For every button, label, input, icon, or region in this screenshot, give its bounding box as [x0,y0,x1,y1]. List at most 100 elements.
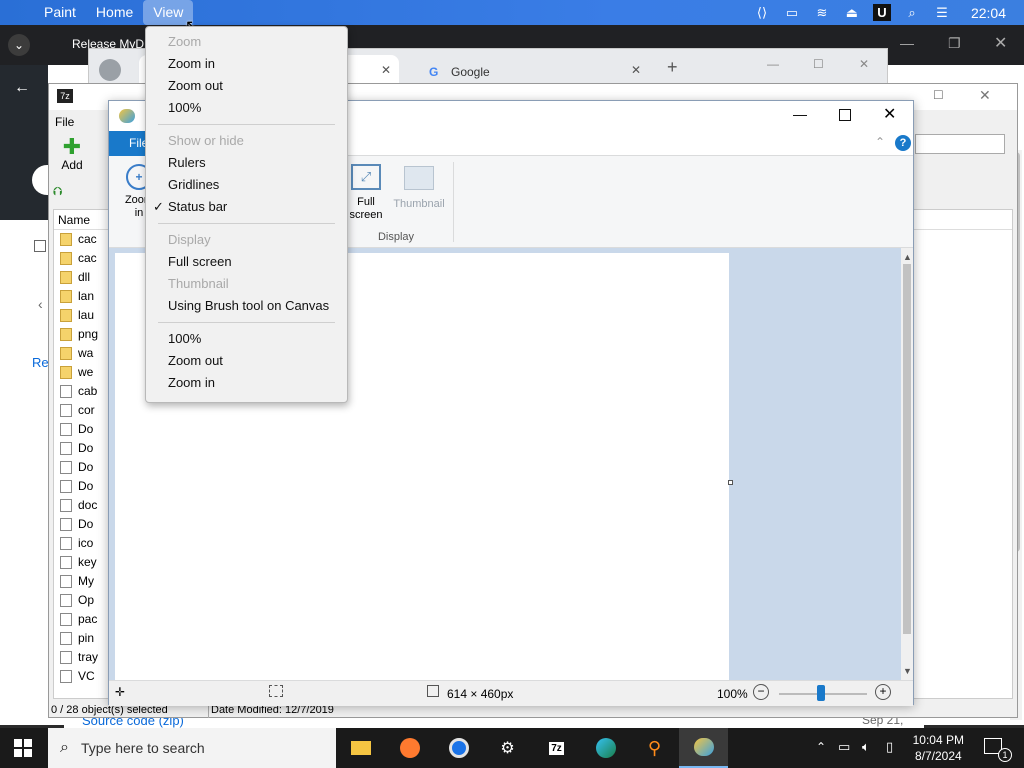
windows-start-icon[interactable] [14,739,32,757]
control-center-icon[interactable]: ☰ [927,0,957,25]
tablet-icon[interactable]: ▯ [886,739,893,755]
new-tab-icon[interactable]: + [667,57,678,78]
search-icon[interactable]: ⌕ [897,0,927,25]
apple-icon[interactable] [0,0,34,25]
wifi-off-icon[interactable]: ≋ [807,0,837,25]
display-icon[interactable]: ▭ [777,0,807,25]
zoom-out-icon[interactable]: − [753,684,769,700]
maximize-icon[interactable]: ☐ [813,57,824,71]
chevron-up-icon[interactable]: ⌃ [816,740,826,754]
address-field[interactable] [915,134,1005,154]
volume-muted-icon[interactable]: 🔈︎ [862,739,870,755]
search-placeholder: Type here to search [80,740,205,756]
file-tab[interactable]: File [109,131,149,156]
search-app-icon[interactable]: ⚲ [630,728,679,768]
menu-item-label: Zoom in [168,375,215,390]
menu-item-zoom-out[interactable]: Zoom out [146,75,347,97]
list-item-name: Do [78,422,94,436]
app-menu-paint[interactable]: Paint [34,0,86,25]
menu-item-full-screen[interactable]: Full screen [146,251,347,273]
folder-icon [60,233,72,246]
menu-item-gridlines[interactable]: Gridlines [146,174,347,196]
restore-icon[interactable]: ❐ [948,35,961,52]
clock-date: 8/7/2024 [914,749,962,763]
maximize-icon[interactable] [839,109,851,121]
menu-item-using-brush-tool-on-canvas[interactable]: Using Brush tool on Canvas [146,295,347,317]
zoom-level: 100% [717,687,748,701]
asset-row: Source code (zip) Sep 21, 2023 [64,718,924,728]
add-button[interactable]: ✚ Add [57,136,87,176]
profile-avatar[interactable] [99,59,121,81]
list-item-name: Do [78,441,94,455]
close-icon[interactable]: ✕ [883,104,896,124]
code-icon[interactable]: ⟨⟩ [747,0,777,25]
menu-item-zoom-in[interactable]: Zoom in [146,53,347,75]
close-icon[interactable]: ✕ [979,87,991,104]
resize-handle[interactable] [728,480,733,485]
menu-home[interactable]: Home [86,0,143,25]
tab-close-icon[interactable]: ✕ [631,63,641,77]
sevenzip-taskbar-icon[interactable]: 7z [532,728,581,768]
list-item-name: doc [78,498,98,512]
minimize-icon[interactable]: — [900,35,914,51]
group-display-label: Display [377,231,415,243]
full-screen-icon: ⤢ [351,164,381,190]
maximize-icon[interactable]: ☐ [933,88,944,102]
list-item-name: tray [78,650,99,664]
menu-item-label: Thumbnail [168,276,229,291]
help-icon[interactable]: ? [895,135,911,151]
menu-item-zoom-out[interactable]: Zoom out [146,350,347,372]
zoom-in-icon[interactable]: + [875,684,891,700]
list-item-name: ico [78,536,94,550]
firefox-icon[interactable] [385,728,434,768]
google-icon: G [429,65,439,79]
clock-time: 10:04 PM [912,733,964,747]
tab-search-icon[interactable]: ⌄ [8,34,30,56]
back-arrow-icon[interactable]: ← [14,79,30,97]
menu-item-100[interactable]: 100% [146,97,347,119]
menu-section-header: Zoom [168,34,202,49]
collapse-ribbon-icon[interactable]: ⌃ [875,135,885,149]
file-icon [60,575,72,588]
u-app-icon[interactable]: U [867,0,897,25]
list-item-name: My [78,574,94,588]
full-screen-button[interactable]: ⤢ Full screen [345,162,387,234]
network-icon[interactable]: ▭ [838,739,850,755]
close-icon[interactable]: ✕ [859,57,869,71]
menu-item-100[interactable]: 100% [146,328,347,350]
menu-item-label: Using Brush tool on Canvas [168,298,330,313]
chrome-icon[interactable] [434,728,483,768]
menu-item-rulers[interactable]: Rulers [146,152,347,174]
source-code-link[interactable]: Source code (zip) [82,718,184,728]
thumbnail-button[interactable]: Thumbnail [391,162,447,222]
menu-item-zoom-in[interactable]: Zoom in [146,372,347,394]
file-icon [60,385,72,398]
view-icon [34,240,46,252]
up-folder-icon[interactable]: ⮉ [53,184,75,204]
minimize-icon[interactable]: — [767,57,779,71]
zoom-slider-thumb[interactable] [817,685,825,701]
menu-item-status-bar[interactable]: ✓ Status bar [146,196,347,218]
paint-taskbar-icon[interactable] [679,728,728,768]
minimize-icon[interactable]: — [793,106,807,122]
release-link[interactable]: Re [32,355,49,370]
menu-item-label: Zoom in [168,56,215,71]
eject-icon[interactable]: ⏏ [837,0,867,25]
file-explorer-icon[interactable] [336,728,385,768]
file-icon [60,556,72,569]
edge-icon[interactable] [581,728,630,768]
close-icon[interactable]: ✕ [994,33,1007,53]
menu-item-label: Full screen [168,254,232,269]
image-dimensions: 614 × 460px [447,687,514,701]
taskbar-clock[interactable]: 10:04 PM 8/7/2024 [913,728,964,768]
file-icon [60,651,72,664]
vertical-scrollbar[interactable]: ▲ ▼ [901,248,913,680]
sevenzip-logo-icon: 7z [57,89,73,103]
file-icon [60,518,72,531]
chevron-left-icon[interactable]: ‹ [38,296,43,312]
menu-file[interactable]: File [55,115,74,129]
settings-gear-icon[interactable]: ⚙ [483,728,532,768]
taskbar-search[interactable]: ⌕ Type here to search [48,728,336,768]
list-item-name: cab [78,384,98,398]
folder-icon [60,309,72,322]
